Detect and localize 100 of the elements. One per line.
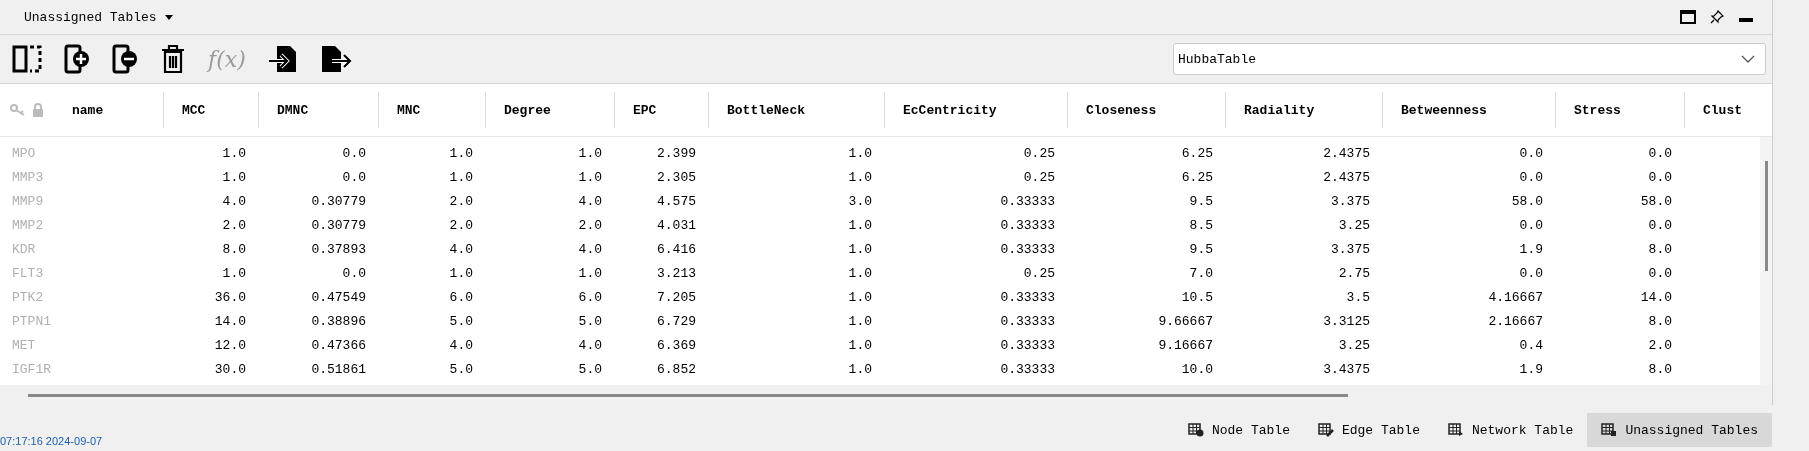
node-name: KDR xyxy=(11,241,37,257)
pin-icon[interactable] xyxy=(1710,10,1724,24)
table-cell-text: 8.0 xyxy=(1647,361,1673,377)
table-cell-text: 1.0 xyxy=(448,265,474,281)
table-cell-text: 14.0 xyxy=(1639,289,1673,305)
table-cell-text: 0.25 xyxy=(1022,145,1056,161)
caret-down-icon[interactable] xyxy=(164,14,173,20)
table-cell-text: 0.37893 xyxy=(310,241,367,257)
table-cell-text: 0.33333 xyxy=(999,193,1056,209)
node-name: IGF1R xyxy=(11,361,52,377)
lock-icon xyxy=(32,103,44,117)
table-cell-text: 0.51861 xyxy=(310,361,367,377)
column-header[interactable]: Radiality xyxy=(1244,102,1315,118)
table-cell-text: 2.0 xyxy=(221,217,247,233)
remove-file-icon[interactable] xyxy=(112,44,138,74)
table-cell-text: 3.4375 xyxy=(1322,361,1371,377)
table-cell-text: 1.0 xyxy=(847,169,873,185)
vertical-scrollbar-thumb[interactable] xyxy=(1765,161,1768,271)
table-cell-text: 1.0 xyxy=(221,265,247,281)
table-cell-text: 1.0 xyxy=(577,145,603,161)
maximize-icon[interactable] xyxy=(1680,10,1696,24)
table-cell-text: 8.0 xyxy=(1647,313,1673,329)
node-name: MMP9 xyxy=(11,193,45,209)
column-header[interactable]: EPC xyxy=(633,102,657,118)
table-cell-text: 8.5 xyxy=(1188,217,1214,233)
table-cell-text: 0.47549 xyxy=(310,289,367,305)
panel-title[interactable]: Unassigned Tables xyxy=(24,9,157,25)
table-cell-text: 4.031 xyxy=(656,217,697,233)
table-cell-text: 0.33333 xyxy=(999,289,1056,305)
column-header[interactable]: BottleNeck xyxy=(727,102,805,118)
column-header[interactable]: Stress xyxy=(1574,102,1621,118)
table-cell-text: 1.0 xyxy=(221,169,247,185)
node-name: PTK2 xyxy=(11,289,45,305)
column-header[interactable]: Degree xyxy=(504,102,551,118)
table-cell-text: 2.0 xyxy=(448,193,474,209)
export-file-icon[interactable] xyxy=(319,44,352,74)
table-cell-text: 1.0 xyxy=(847,361,873,377)
column-header[interactable]: DMNC xyxy=(277,102,309,118)
table-cell-text: 0.0 xyxy=(1518,169,1544,185)
table-cell-text: 0.33333 xyxy=(999,241,1056,257)
table-cell-text: 0.33333 xyxy=(999,217,1056,233)
table-tab[interactable]: Edge Table xyxy=(1303,413,1434,447)
table-tab[interactable]: Network Table xyxy=(1433,413,1588,447)
table-cell-text: 6.25 xyxy=(1180,169,1214,185)
table-cell-text: 10.5 xyxy=(1180,289,1214,305)
table-cell-text: 30.0 xyxy=(213,361,247,377)
table-cell-text: 8.0 xyxy=(221,241,247,257)
import-file-icon[interactable] xyxy=(267,44,298,74)
table-cell-text: 1.0 xyxy=(577,169,603,185)
columns-icon[interactable] xyxy=(12,45,42,73)
column-header[interactable]: MCC xyxy=(182,102,206,118)
table-cell-text: 1.9 xyxy=(1518,241,1544,257)
table-cell-text: 5.0 xyxy=(577,313,603,329)
table-cell-text: 58.0 xyxy=(1639,193,1673,209)
table-cell-text: 4.0 xyxy=(221,193,247,209)
table-cell-text: 3.25 xyxy=(1337,337,1371,353)
node-name: MET xyxy=(11,337,37,353)
table-cell-text: 4.0 xyxy=(577,337,603,353)
table-cell-text: 7.205 xyxy=(656,289,697,305)
column-header[interactable]: name xyxy=(72,102,104,118)
table-cell-text: 1.0 xyxy=(847,241,873,257)
table-cell-text: 3.5 xyxy=(1345,289,1371,305)
table-cell-text: 0.25 xyxy=(1022,265,1056,281)
add-file-icon[interactable] xyxy=(64,44,90,74)
table-dropdown[interactable]: HubbaTable xyxy=(1173,43,1766,75)
table-cell-text: 2.0 xyxy=(577,217,603,233)
column-header[interactable]: MNC xyxy=(397,102,421,118)
trash-icon[interactable] xyxy=(160,44,186,74)
table-icon xyxy=(1187,423,1204,437)
table-cell-text: 1.0 xyxy=(847,265,873,281)
table-tab[interactable]: Node Table xyxy=(1173,413,1304,447)
table-cell-text: 2.16667 xyxy=(1487,313,1544,329)
table-cell-text: 9.66667 xyxy=(1157,313,1214,329)
table-cell-text: 1.0 xyxy=(847,313,873,329)
table-cell-text: 0.0 xyxy=(1518,265,1544,281)
table-cell-text: 2.4375 xyxy=(1322,169,1371,185)
node-name: MMP2 xyxy=(11,217,45,233)
table-cell-text: 0.0 xyxy=(1647,145,1673,161)
horizontal-scrollbar-thumb[interactable] xyxy=(28,394,1348,397)
timestamp: 07:17:16 2024-09-07 xyxy=(0,435,103,449)
column-header[interactable]: Clust xyxy=(1703,102,1742,118)
table-cell-text: 4.16667 xyxy=(1487,289,1544,305)
table-cell-text: 0.25 xyxy=(1022,169,1056,185)
column-header[interactable]: EcCentricity xyxy=(903,102,997,118)
table-cell-text: 7.0 xyxy=(1188,265,1214,281)
table-cell-text: 2.399 xyxy=(656,145,697,161)
table-cell-text: 3.375 xyxy=(1330,241,1371,257)
table-icon xyxy=(1601,423,1618,437)
table-cell-text: 0.33333 xyxy=(999,361,1056,377)
table-cell-text: 3.0 xyxy=(847,193,873,209)
table-tab[interactable]: Unassigned Tables xyxy=(1587,413,1772,447)
table-cell-text: 0.33333 xyxy=(999,313,1056,329)
node-name: MPO xyxy=(11,145,37,161)
table-cell-text: 1.0 xyxy=(847,337,873,353)
table-cell-text: 9.5 xyxy=(1188,193,1214,209)
table-cell-text: 10.0 xyxy=(1180,361,1214,377)
table-cell-text: 0.0 xyxy=(341,145,367,161)
column-header[interactable]: Closeness xyxy=(1086,102,1157,118)
table-cell-text: 1.0 xyxy=(221,145,247,161)
column-header[interactable]: Betweenness xyxy=(1401,102,1487,118)
